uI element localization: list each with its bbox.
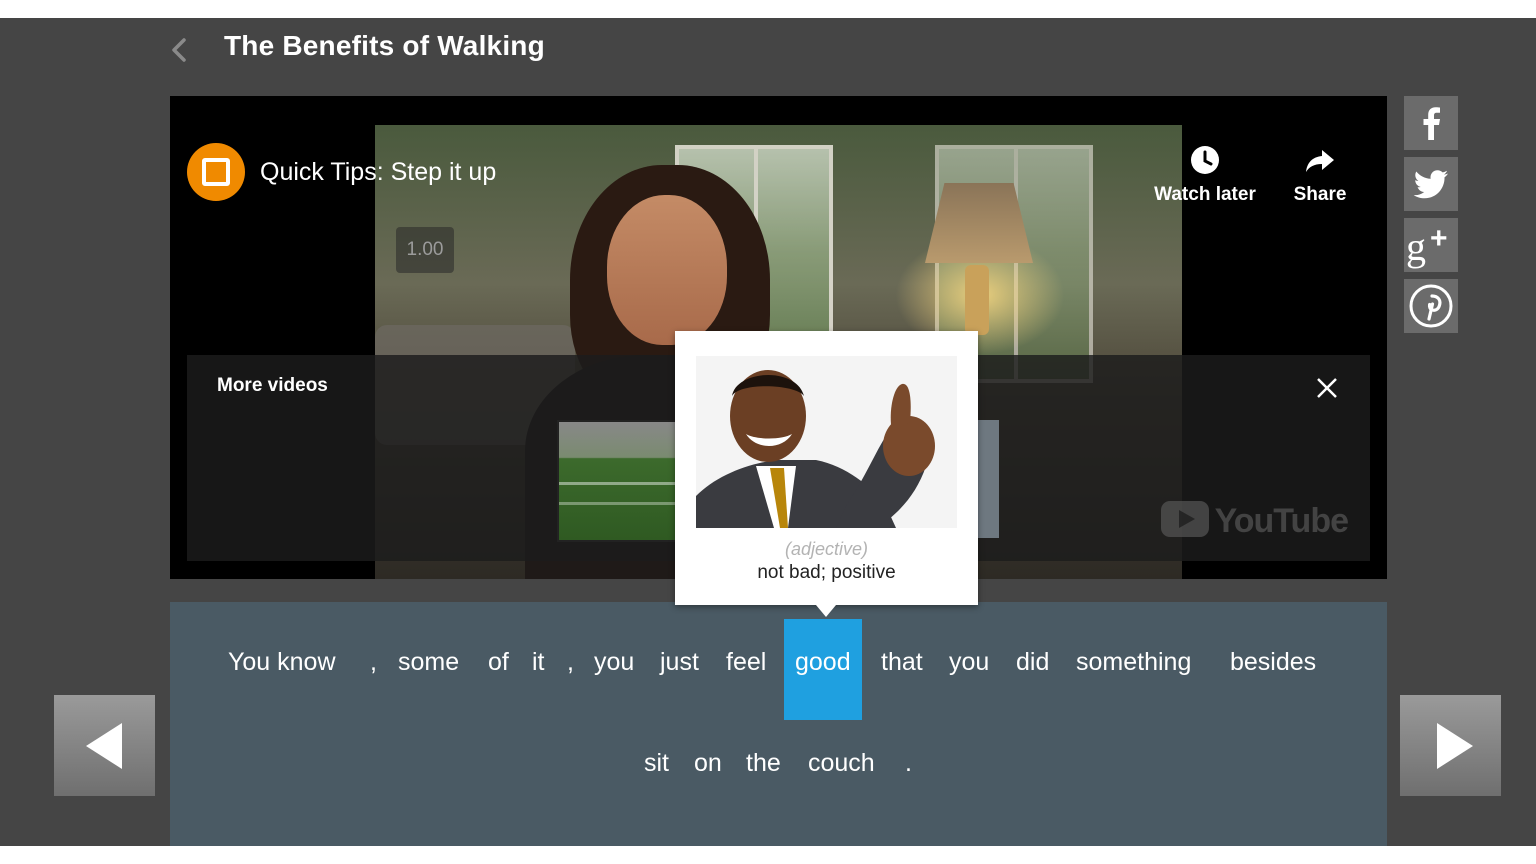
transcript-word[interactable]: you: [594, 619, 634, 720]
pinterest-icon: [1409, 284, 1453, 328]
transcript-word[interactable]: that: [881, 619, 923, 720]
transcript-word[interactable]: some: [398, 619, 459, 720]
clock-icon: [1191, 146, 1219, 174]
video-title[interactable]: Quick Tips: Step it up: [260, 158, 496, 187]
youtube-logo[interactable]: YouTube: [1160, 501, 1349, 541]
facebook-icon: [1423, 107, 1440, 140]
transcript-word[interactable]: of: [488, 619, 509, 720]
previous-button[interactable]: [54, 695, 155, 796]
channel-logo[interactable]: [187, 143, 245, 201]
watch-later-label: Watch later: [1154, 184, 1256, 205]
transcript-word[interactable]: did: [1016, 619, 1049, 720]
google-plus-icon: g +: [1406, 222, 1448, 269]
transcript-word[interactable]: You know: [228, 619, 336, 720]
close-icon[interactable]: [1314, 375, 1340, 401]
transcript-word[interactable]: feel: [726, 619, 766, 720]
youtube-play-icon: [1160, 501, 1209, 537]
youtube-wordmark: YouTube: [1214, 502, 1349, 540]
transcript-word[interactable]: something: [1076, 619, 1191, 720]
video-thumbnail[interactable]: [557, 420, 691, 542]
back-chevron-icon[interactable]: [166, 36, 194, 64]
more-videos-label: More videos: [217, 375, 328, 396]
next-button[interactable]: [1400, 695, 1501, 796]
share-arrow-icon: [1306, 150, 1334, 172]
transcript-word[interactable]: on: [694, 720, 722, 821]
bottom-strip: [0, 846, 1536, 864]
lamp-base: [965, 265, 989, 335]
playback-speed-badge[interactable]: 1.00: [396, 227, 454, 273]
page-title: The Benefits of Walking: [224, 30, 545, 61]
video-thumbnail[interactable]: [977, 420, 999, 538]
arrow-left-icon: [86, 723, 122, 769]
watch-later-button[interactable]: Watch later: [1150, 144, 1260, 206]
pinterest-share-button[interactable]: [1404, 279, 1458, 333]
presenter-face: [607, 195, 727, 345]
word-definition-popup: (adjective) not bad; positive: [675, 331, 978, 617]
definition-image: [696, 356, 957, 528]
twitter-icon: [1413, 170, 1448, 199]
share-button[interactable]: Share: [1280, 144, 1360, 206]
facebook-share-button[interactable]: [1404, 96, 1458, 150]
transcript-word[interactable]: sit: [644, 720, 669, 821]
transcript-word[interactable]: besides: [1230, 619, 1316, 720]
google-plus-share-button[interactable]: g +: [1404, 218, 1458, 272]
transcript-word[interactable]: couch: [808, 720, 875, 821]
transcript-word[interactable]: ,: [567, 619, 574, 720]
share-label: Share: [1293, 184, 1347, 205]
definition-text: not bad; positive: [757, 562, 896, 583]
part-of-speech: (adjective): [784, 539, 869, 559]
svg-text:g: g: [1406, 224, 1426, 269]
svg-text:+: +: [1430, 222, 1448, 255]
transcript-word[interactable]: it: [532, 619, 545, 720]
thumbs-up-illustration: [696, 356, 957, 528]
arrow-right-icon: [1437, 723, 1473, 769]
transcript-word[interactable]: just: [660, 619, 699, 720]
twitter-share-button[interactable]: [1404, 157, 1458, 211]
transcript-word[interactable]: you: [949, 619, 989, 720]
transcript-word[interactable]: the: [746, 720, 781, 821]
transcript-word-selected[interactable]: good: [784, 619, 862, 720]
transcript-word[interactable]: ,: [370, 619, 377, 720]
transcript-word[interactable]: .: [905, 720, 912, 821]
